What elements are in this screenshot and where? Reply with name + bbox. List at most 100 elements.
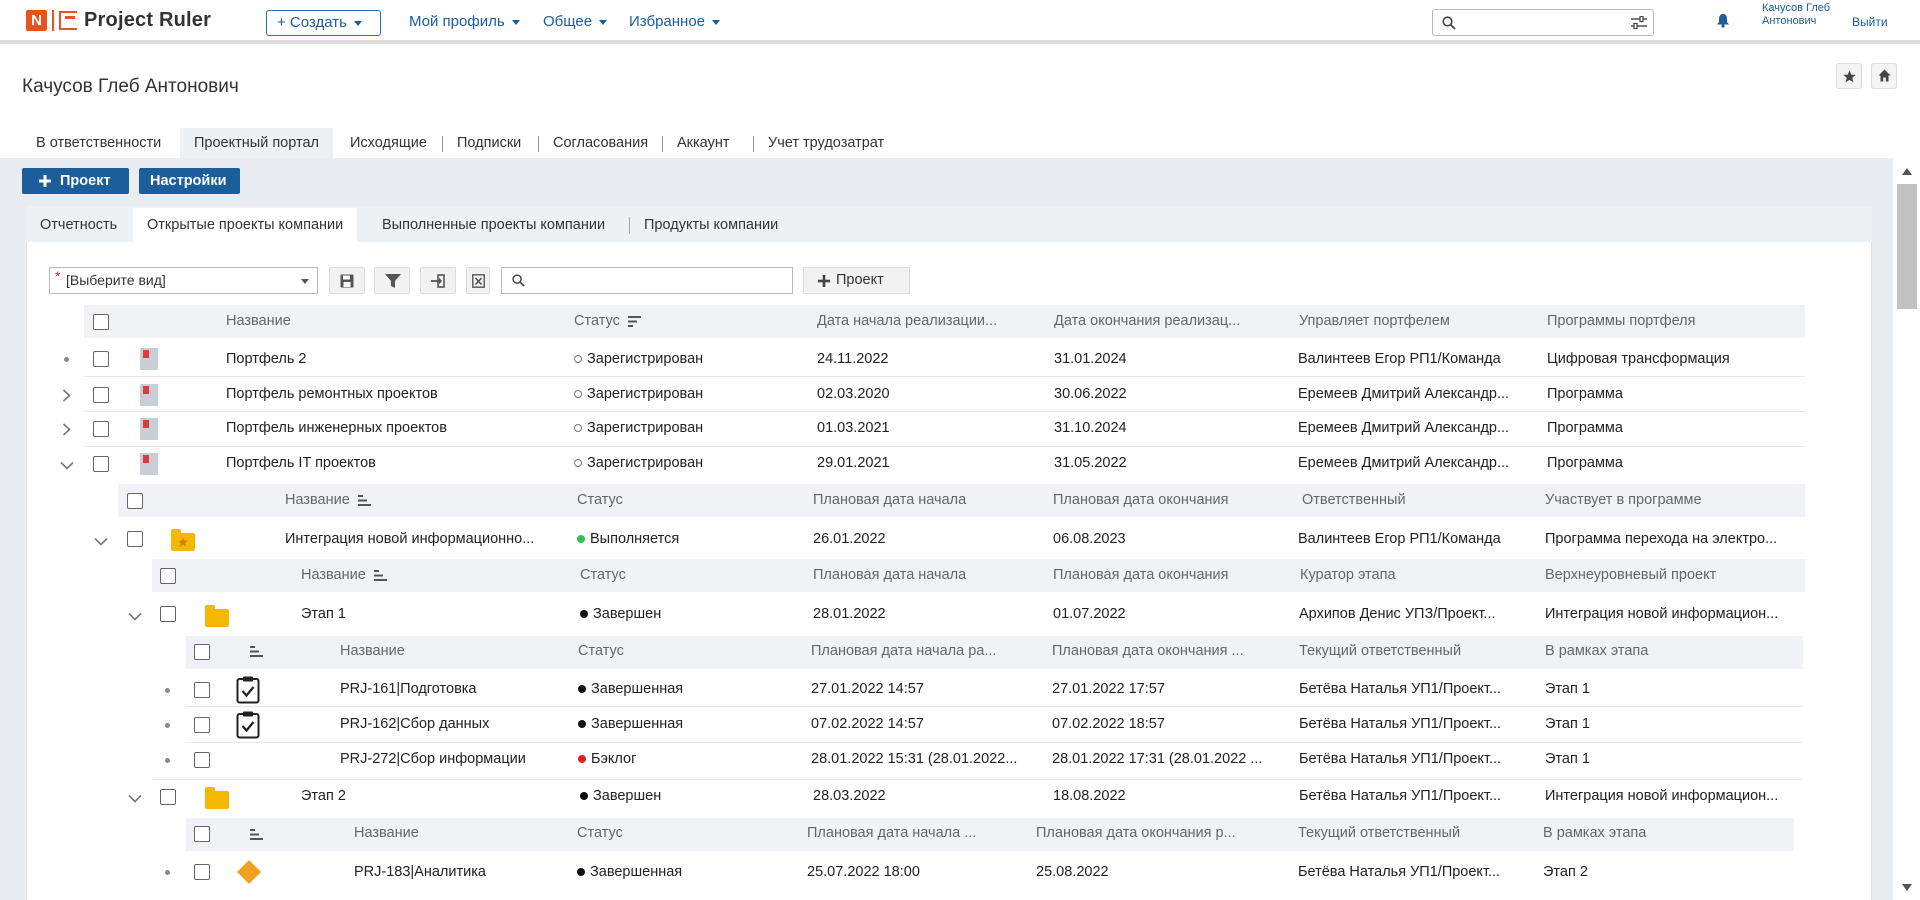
- add-project-table-button[interactable]: Проект: [803, 267, 910, 294]
- tab-responsibility[interactable]: В ответственности: [22, 128, 175, 158]
- program-link[interactable]: Программа: [1547, 420, 1623, 436]
- row-checkbox[interactable]: [127, 531, 143, 547]
- bell-icon[interactable]: [1716, 13, 1730, 28]
- scroll-up-icon[interactable]: [1902, 168, 1912, 175]
- row-checkbox[interactable]: [194, 717, 210, 733]
- chevron-down-icon[interactable]: [128, 612, 142, 621]
- row-checkbox[interactable]: [93, 421, 109, 437]
- select-all-checkbox[interactable]: [93, 314, 109, 330]
- row-checkbox[interactable]: [194, 682, 210, 698]
- stage-name-link[interactable]: Этап 2: [301, 788, 346, 804]
- table-search-input[interactable]: [501, 267, 793, 294]
- manager-link[interactable]: Валинтеев Егор РП1/Команда: [1298, 351, 1523, 367]
- stage-link[interactable]: Этап 1: [1545, 751, 1590, 767]
- col-status[interactable]: Статус: [580, 567, 626, 583]
- tab-account[interactable]: Аккаунт: [663, 128, 743, 158]
- subtab-products[interactable]: Продукты компании: [630, 208, 792, 242]
- task-name-link[interactable]: PRJ-183|Аналитика: [354, 864, 486, 880]
- chevron-right-icon[interactable]: [62, 423, 71, 436]
- chevron-down-icon[interactable]: [128, 794, 142, 803]
- sort-icon[interactable]: [250, 829, 263, 840]
- chevron-down-icon[interactable]: [60, 461, 74, 470]
- create-button[interactable]: + Создать: [266, 10, 381, 36]
- portfolio-name-link[interactable]: Портфель инженерных проектов: [226, 420, 447, 436]
- col-owner[interactable]: Ответственный: [1302, 492, 1406, 508]
- row-checkbox[interactable]: [93, 387, 109, 403]
- subtab-open-projects[interactable]: Открытые проекты компании: [133, 208, 358, 242]
- tab-project-portal[interactable]: Проектный портал: [180, 128, 333, 158]
- program-link[interactable]: Программа: [1547, 455, 1623, 471]
- col-end-date[interactable]: Дата окончания реализац...: [1054, 313, 1240, 329]
- project-name-link[interactable]: Интеграция новой информационно...: [285, 531, 545, 547]
- col-plan-start[interactable]: Плановая дата начала ...: [807, 825, 976, 841]
- task-name-link[interactable]: PRJ-161|Подготовка: [340, 681, 477, 697]
- manager-link[interactable]: Еремеев Дмитрий Александр...: [1298, 455, 1523, 471]
- select-all-checkbox[interactable]: [194, 644, 210, 660]
- col-name[interactable]: Название: [301, 567, 387, 583]
- row-checkbox[interactable]: [93, 456, 109, 472]
- program-link[interactable]: Программа: [1547, 386, 1623, 402]
- scroll-down-icon[interactable]: [1902, 884, 1912, 891]
- nav-my-profile[interactable]: Мой профиль: [409, 13, 520, 30]
- portfolio-name-link[interactable]: Портфель IT проектов: [226, 455, 376, 471]
- col-name[interactable]: Название: [354, 825, 419, 841]
- parent-project-link[interactable]: Интеграция новой информацион...: [1545, 788, 1785, 804]
- col-start-date[interactable]: Дата начала реализации...: [817, 313, 997, 329]
- col-plan-start[interactable]: Плановая дата начала: [813, 492, 966, 508]
- stage-link[interactable]: Этап 1: [1545, 716, 1590, 732]
- portfolio-name-link[interactable]: Портфель 2: [226, 351, 307, 367]
- col-plan-end[interactable]: Плановая дата окончания: [1053, 492, 1229, 508]
- settings-button[interactable]: Настройки: [139, 168, 240, 194]
- stage-link[interactable]: Этап 2: [1543, 864, 1588, 880]
- favorite-button[interactable]: [1836, 63, 1862, 89]
- global-search-input[interactable]: [1432, 9, 1654, 36]
- select-all-checkbox[interactable]: [127, 493, 143, 509]
- col-current-owner[interactable]: Текущий ответственный: [1299, 643, 1461, 659]
- nav-general[interactable]: Общее: [543, 13, 608, 30]
- col-current-owner[interactable]: Текущий ответственный: [1298, 825, 1460, 841]
- col-plan-start[interactable]: Плановая дата начала: [813, 567, 966, 583]
- stage-name-link[interactable]: Этап 1: [301, 606, 346, 622]
- col-status[interactable]: Статус: [577, 492, 623, 508]
- col-parent-project[interactable]: Верхнеуровневый проект: [1545, 567, 1716, 583]
- row-checkbox[interactable]: [194, 864, 210, 880]
- logo-icon[interactable]: N: [26, 10, 47, 31]
- owner-link[interactable]: Бетёва Наталья УП1/Проект...: [1299, 716, 1511, 732]
- excel-button[interactable]: [466, 267, 490, 294]
- view-select[interactable]: * [Выберите вид]: [49, 267, 318, 294]
- nav-favorites[interactable]: Избранное: [629, 13, 721, 30]
- export-button[interactable]: [420, 267, 456, 294]
- col-status[interactable]: Статус: [578, 643, 624, 659]
- col-stage[interactable]: В рамках этапа: [1543, 825, 1646, 841]
- subtab-completed-projects[interactable]: Выполненные проекты компании: [368, 208, 619, 242]
- add-project-button[interactable]: Проект: [22, 168, 129, 194]
- col-plan-end[interactable]: Плановая дата окончания: [1053, 567, 1229, 583]
- app-name[interactable]: Project Ruler: [84, 9, 211, 32]
- owner-link[interactable]: Бетёва Наталья УП1/Проект...: [1299, 751, 1511, 767]
- stage-link[interactable]: Этап 1: [1545, 681, 1590, 697]
- col-manager[interactable]: Управляет портфелем: [1299, 313, 1450, 329]
- col-program[interactable]: Участвует в программе: [1545, 492, 1702, 508]
- program-link[interactable]: Программа перехода на электро...: [1545, 531, 1785, 547]
- home-button[interactable]: [1871, 63, 1897, 89]
- row-checkbox[interactable]: [160, 789, 176, 805]
- tab-subscriptions[interactable]: Подписки: [443, 128, 535, 158]
- row-checkbox[interactable]: [93, 351, 109, 367]
- task-name-link[interactable]: PRJ-162|Сбор данных: [340, 716, 489, 732]
- manager-link[interactable]: Еремеев Дмитрий Александр...: [1298, 420, 1523, 436]
- row-checkbox[interactable]: [194, 752, 210, 768]
- owner-link[interactable]: Бетёва Наталья УП1/Проект...: [1299, 681, 1511, 697]
- curator-link[interactable]: Архипов Денис УПЗ/Проект...: [1299, 606, 1511, 622]
- save-view-button[interactable]: [329, 267, 365, 294]
- chevron-right-icon[interactable]: [62, 389, 71, 402]
- sort-icon[interactable]: [250, 646, 263, 657]
- tab-outgoing[interactable]: Исходящие: [336, 128, 441, 158]
- col-stage[interactable]: В рамках этапа: [1545, 643, 1648, 659]
- col-name[interactable]: Название: [285, 492, 371, 508]
- curator-link[interactable]: Бетёва Наталья УП1/Проект...: [1299, 788, 1511, 804]
- select-all-checkbox[interactable]: [194, 826, 210, 842]
- parent-project-link[interactable]: Интеграция новой информацион...: [1545, 606, 1785, 622]
- tab-approvals[interactable]: Согласования: [539, 128, 662, 158]
- col-programs[interactable]: Программы портфеля: [1547, 313, 1695, 329]
- owner-link[interactable]: Валинтеев Егор РП1/Команда: [1298, 531, 1501, 547]
